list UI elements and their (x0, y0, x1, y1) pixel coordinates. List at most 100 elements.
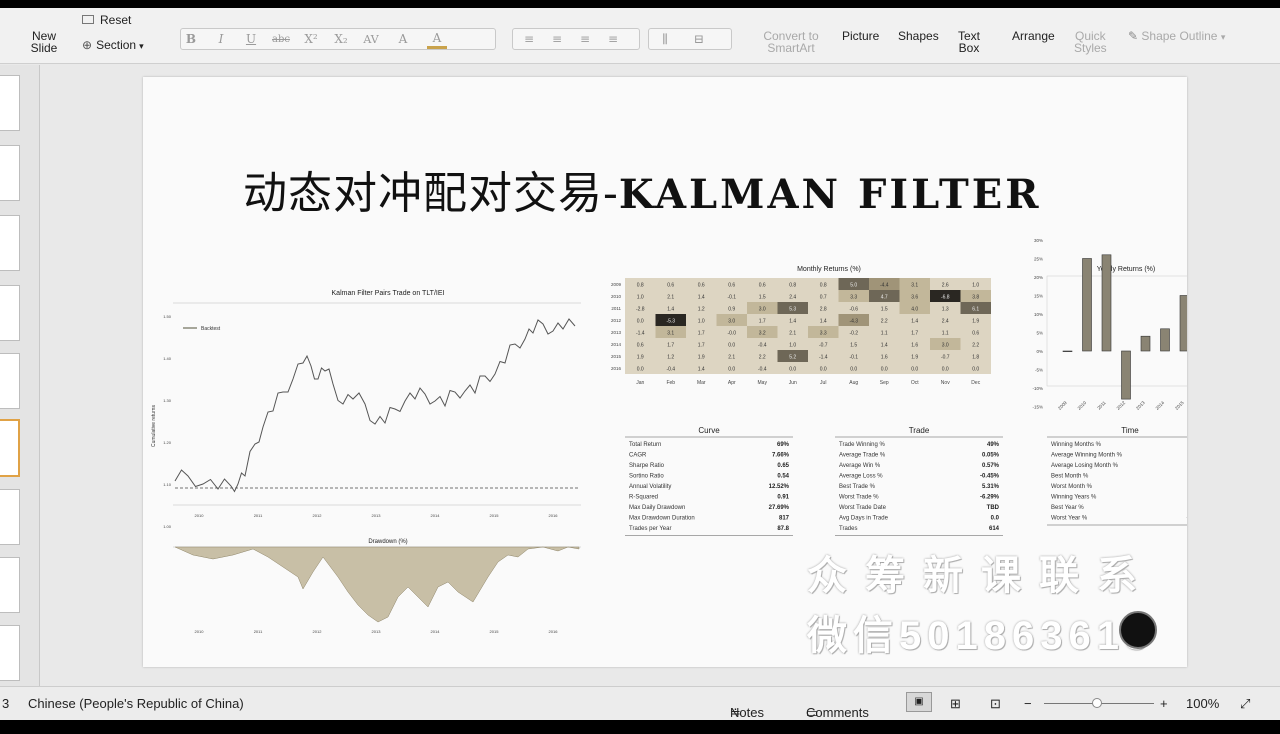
heatmap-value: 3.3 (820, 331, 827, 337)
curve-stat-label: Trades per Year (629, 526, 671, 532)
heatmap-value: 0.0 (972, 367, 979, 373)
slide-thumbnail-selected[interactable] (0, 419, 20, 477)
italic-button[interactable]: I (211, 29, 231, 49)
heatmap-value: -0.4 (758, 367, 767, 373)
yearly-ytick: 5% (1036, 331, 1043, 336)
columns-group: ⫼ ⊟ (648, 28, 732, 50)
convert-smartart-button[interactable]: Convert to SmartArt (756, 30, 826, 54)
zoom-slider-thumb[interactable] (1092, 698, 1102, 708)
reset-icon (82, 15, 94, 24)
trade-stat-value: 0.05% (982, 453, 1000, 459)
time-stat-label: Winning Months % (1051, 442, 1102, 448)
heatmap-month-label: Jun (789, 380, 797, 386)
align-right-icon[interactable]: ≡ (575, 29, 595, 49)
subscript-button[interactable]: X₂ (331, 29, 351, 49)
heatmap-value: -4.3 (849, 319, 858, 325)
heatmap-value: 2.1 (667, 295, 674, 301)
heatmap-year-label: 2009 (611, 282, 622, 287)
heatmap-value: -6.8 (941, 295, 950, 301)
slide-thumbnail[interactable] (0, 75, 20, 131)
language-indicator[interactable]: Chinese (People's Republic of China) (28, 696, 244, 711)
yearly-xtick: 2011 (1096, 400, 1107, 411)
curve-stat-label: Sortino Ratio (629, 474, 664, 480)
slide-thumbnail[interactable] (0, 285, 20, 341)
curve-stat-value: 87.8 (777, 526, 789, 532)
zoom-level[interactable]: 100% (1186, 696, 1219, 711)
trade-stat-value: TBD (987, 505, 1000, 511)
columns-icon[interactable]: ⫼ (655, 29, 675, 49)
reset-button[interactable]: Reset (82, 14, 131, 26)
character-spacing-button[interactable]: AV (361, 29, 381, 49)
superscript-button[interactable]: X² (301, 29, 321, 49)
equity-xticks: 2010 2011 2012 2013 2014 2015 2016 (195, 513, 559, 518)
shapes-button[interactable]: Shapes (898, 30, 939, 42)
yearly-ytick: -10% (1032, 386, 1043, 391)
font-color-button[interactable]: A (427, 29, 447, 49)
heatmap-year-label: 2012 (611, 318, 622, 323)
heatmap-value: -1.4 (636, 331, 645, 337)
heatmap-value: 1.9 (972, 319, 979, 325)
heatmap-value: 2.1 (728, 355, 735, 361)
heatmap-value: 1.4 (698, 295, 705, 301)
slide-thumbnail[interactable] (0, 625, 20, 681)
text-box-button[interactable]: Text Box (958, 30, 980, 54)
heatmap-value: 1.4 (881, 343, 888, 349)
new-slide-button[interactable]: New Slide (28, 30, 60, 54)
fit-slide-icon[interactable]: ⤢ (1240, 696, 1250, 712)
justify-icon[interactable]: ≡ (603, 29, 623, 49)
section-label: Section (96, 38, 137, 52)
slide-thumbnail[interactable] (0, 353, 20, 409)
equity-ylabel: Cumulative returns (151, 405, 157, 447)
slide-thumbnail[interactable] (0, 215, 20, 271)
heatmap-value: -1.4 (819, 355, 828, 361)
slide-sorter-icon[interactable]: ⊞ (950, 696, 961, 712)
shape-outline-button[interactable]: ✎ Shape Outline ▾ (1128, 30, 1225, 43)
curve-stat-value: 817 (779, 516, 790, 522)
curve-stat-value: 0.54 (777, 474, 789, 480)
slide-thumbnail[interactable] (0, 145, 20, 201)
underline-button[interactable]: U (241, 29, 261, 49)
section-button[interactable]: ⊕ Section ▾ (82, 39, 144, 52)
heatmap-month-label: Jan (636, 380, 644, 386)
heatmap-value: 0.0 (637, 367, 644, 373)
reading-view-icon[interactable]: ⊡ (990, 696, 1001, 712)
heatmap-value: 2.8 (820, 307, 827, 313)
drawdown-xtick: 2016 (549, 629, 559, 634)
slide-thumbnail[interactable] (0, 557, 20, 613)
curve-table-title: Curve (698, 426, 720, 435)
curve-stat-label: CAGR (629, 453, 647, 459)
chevron-down-icon: ▾ (139, 41, 144, 51)
normal-view-icon[interactable]: ▣ (906, 692, 932, 712)
heatmap-value: 1.6 (881, 355, 888, 361)
zoom-out-icon[interactable]: − (1024, 696, 1032, 711)
heatmap-month-label: Aug (849, 380, 858, 386)
strikethrough-button[interactable]: abc (271, 29, 291, 49)
equity-ytick: 1.30 (163, 398, 172, 403)
heatmap-value: -0.0 (727, 331, 736, 337)
equity-ytick: 1.10 (163, 482, 172, 487)
drawdown-xtick: 2014 (431, 629, 441, 634)
text-effects-button[interactable]: A (393, 29, 413, 49)
drawdown-chart: Drawdown (%) 2010 2011 2012 2013 2014 2015 201… (173, 539, 581, 634)
arrange-button[interactable]: Arrange (1012, 30, 1055, 42)
equity-xtick: 2014 (431, 513, 441, 518)
bold-button[interactable]: B (181, 29, 201, 49)
align-center-icon[interactable]: ≡ (547, 29, 567, 49)
zoom-in-icon[interactable]: + (1160, 696, 1168, 711)
yearly-xtick: 2013 (1135, 400, 1146, 411)
slide[interactable]: 动态对冲配对交易-KALMAN FILTER Kalman Filter Pai… (143, 77, 1187, 667)
time-stat-label: Worst Year % (1051, 516, 1088, 522)
heatmap-value: 1.7 (698, 343, 705, 349)
slide-thumbnail[interactable] (0, 489, 20, 545)
align-left-icon[interactable]: ≡ (519, 29, 539, 49)
yearly-ytick: 30% (1034, 238, 1043, 243)
text-direction-icon[interactable]: ⊟ (689, 29, 709, 49)
time-stat-label: Worst Month % (1051, 484, 1093, 490)
reset-label: Reset (100, 13, 132, 27)
picture-button[interactable]: Picture (842, 30, 879, 42)
curve-stats-table: Curve Total Return 69% CAGR 7.66% Sharpe Rati… (625, 426, 793, 536)
heatmap-month-label: Jul (820, 380, 826, 386)
quick-styles-button[interactable]: Quick Styles (1074, 30, 1107, 54)
heatmap-value: 0.6 (698, 283, 705, 289)
trade-stat-label: Average Win % (839, 463, 881, 469)
